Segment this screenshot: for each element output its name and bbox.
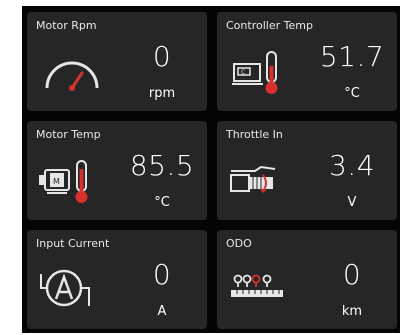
motor-rpm-card: Motor Rpm 0 rpm [27, 12, 207, 111]
input-current-card: Input Current 0 A [27, 230, 207, 329]
controller-temp-value: 51.7 [319, 40, 385, 73]
motor-temp-card: Motor Temp M 85.5 °C [27, 121, 207, 220]
odo-unit: km [341, 304, 363, 319]
svg-text:M: M [53, 177, 60, 186]
input-current-title: Input Current [36, 237, 110, 250]
odometer-ruler-icon [231, 274, 283, 297]
svg-text:C: C [241, 69, 245, 76]
input-current-value: 0 [152, 258, 172, 291]
motor-temp-title: Motor Temp [36, 128, 101, 141]
controller-temp-unit: °C [344, 86, 360, 101]
odo-card: ODO 0 km [217, 230, 397, 329]
controller-thermometer-icon: C [232, 51, 278, 94]
throttle-in-title: Throttle In [226, 128, 283, 141]
odo-value: 0 [342, 258, 362, 291]
ammeter-icon [40, 269, 90, 307]
motor-temp-unit: °C [154, 195, 170, 210]
throttle-in-value: 3.4 [328, 149, 376, 182]
throttle-in-card: Throttle In 3.4 V [217, 121, 397, 220]
input-current-unit: A [157, 304, 167, 319]
speedometer-icon [45, 61, 99, 91]
motor-temp-value: 85.5 [129, 149, 195, 182]
throttle-in-unit: V [347, 195, 357, 210]
motor-rpm-title: Motor Rpm [36, 19, 97, 32]
controller-temp-card: Controller Temp C 51.7 °C [217, 12, 397, 111]
odo-title: ODO [226, 237, 252, 250]
motor-rpm-unit: rpm [148, 86, 176, 101]
dashboard-panel: Motor Rpm 0 rpm Controller Temp C 51.7 °… [22, 6, 400, 333]
throttle-grip-icon [230, 165, 276, 194]
controller-temp-title: Controller Temp [226, 19, 313, 32]
motor-rpm-value: 0 [152, 40, 172, 73]
motor-thermometer-icon: M [39, 160, 88, 203]
